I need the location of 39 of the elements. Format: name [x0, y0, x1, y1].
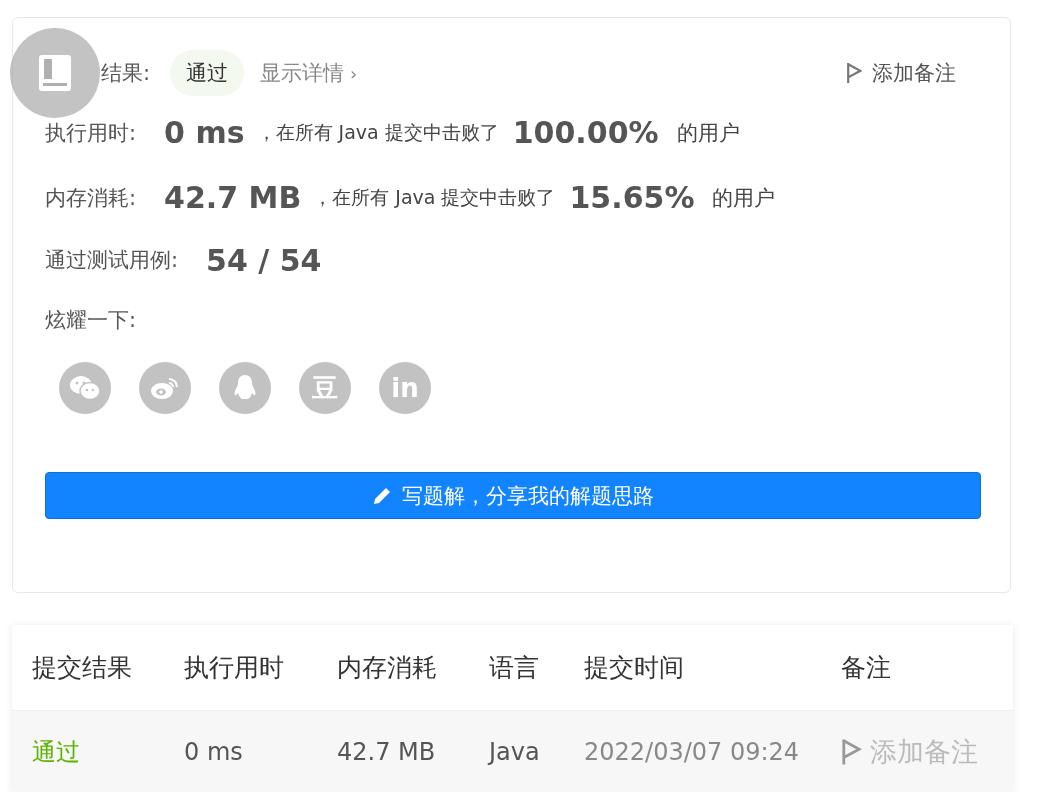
column-header: 备注 — [841, 652, 892, 684]
stat-value: 0 ms — [164, 115, 245, 150]
stat-text: 的用户 — [712, 184, 776, 212]
add-note-button[interactable]: 添加备注 — [845, 59, 956, 87]
chat-bubbles-icon[interactable] — [59, 362, 111, 414]
column-header: 语言 — [489, 652, 540, 684]
logo-icon[interactable]: 豆 — [299, 362, 351, 414]
tests-value: 54 / 54 — [206, 242, 322, 278]
stat-percent: 100.00% — [512, 115, 659, 150]
write-solution-button[interactable]: 写题解，分享我的解题思路 — [45, 472, 981, 519]
table-cell-text: 2022/03/07 09:24 — [584, 738, 801, 766]
stat-label: 内存消耗: — [45, 184, 137, 212]
table-cell-text: 42.7 MB — [337, 738, 437, 766]
flag-icon — [845, 62, 862, 84]
stat-percent: 15.65% — [569, 180, 695, 215]
column-header: 提交结果 — [32, 652, 133, 684]
result-label: 结果: — [101, 60, 151, 87]
stat-text: 的用户 — [676, 119, 740, 147]
column-header: 提交时间 — [584, 652, 685, 684]
status-badge: 通过 — [170, 50, 245, 96]
logo-icon[interactable]: in — [379, 362, 431, 414]
book-icon — [38, 54, 72, 92]
eye-waves-icon[interactable] — [139, 362, 191, 414]
status-link[interactable]: 通过 — [32, 736, 184, 768]
stat-text: ，在所有 Java 提交中击败了 — [313, 184, 556, 210]
column-header: 执行用时 — [184, 652, 285, 684]
tests-label: 通过测试用例: — [45, 247, 179, 274]
pencil-icon — [372, 485, 392, 506]
stat-label: 执行用时: — [45, 119, 137, 147]
column-header: 内存消耗 — [337, 652, 438, 684]
share-label: 炫耀一下: — [45, 307, 137, 334]
stat-value: 42.7 MB — [164, 180, 302, 215]
flag-icon — [841, 738, 862, 766]
penguin-icon[interactable] — [219, 362, 271, 414]
details-link[interactable]: 显示详情 › — [260, 59, 358, 87]
table-cell-text: 0 ms — [184, 738, 244, 766]
add-note-button[interactable]: 添加备注 — [841, 734, 978, 770]
table-cell-text: Java — [489, 738, 541, 766]
stat-text: ，在所有 Java 提交中击败了 — [256, 119, 499, 145]
